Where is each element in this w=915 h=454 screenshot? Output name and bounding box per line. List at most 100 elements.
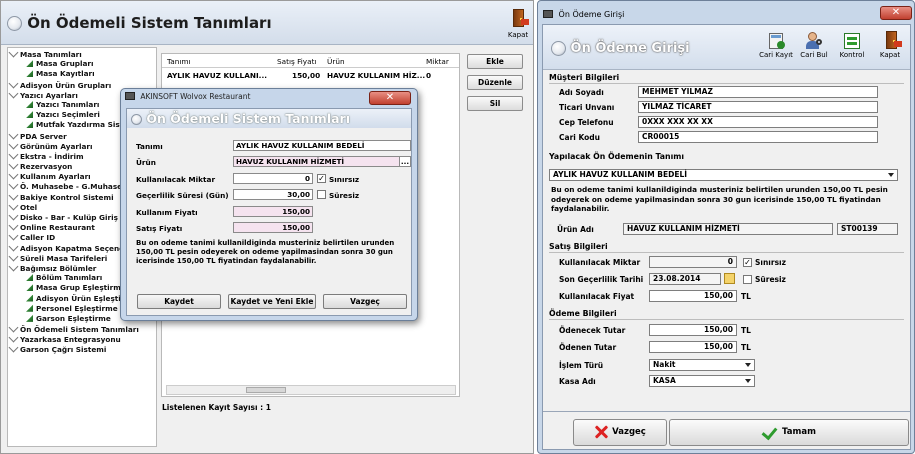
dialog-cancel-button[interactable]: Vazgeç xyxy=(323,294,407,309)
save-button[interactable]: Kaydet xyxy=(137,294,221,309)
toolbar-control-button[interactable]: Kontrol xyxy=(833,29,871,69)
tree-item[interactable]: Masa Grupları xyxy=(10,59,156,69)
tree-item[interactable]: Masa Kayıtları xyxy=(10,69,156,79)
cancel-button[interactable]: Vazgeç xyxy=(573,419,667,446)
prepayment-window: Ön Ödeme Girişi ✕ Ön Ödeme Girişi Cari K… xyxy=(537,0,915,454)
delete-button[interactable]: Sil xyxy=(467,96,523,111)
definition-section-title: Yapılacak Ön Ödemenin Tanımı xyxy=(549,152,685,161)
grid-cell-price[interactable]: 150,00 xyxy=(292,71,320,80)
prepayment-titlebar: Ön Ödeme Girişi xyxy=(543,10,624,19)
tree-item[interactable]: Yazarkasa Entegrasyonu xyxy=(8,332,156,345)
phone-field[interactable]: 0XXX XXX XX XX xyxy=(638,116,878,128)
transaction-type-select[interactable]: Nakit xyxy=(649,359,755,371)
definition-select[interactable]: AYLIK HAVUZ KULLANIM BEDELİ xyxy=(549,169,898,181)
product-browse-button[interactable]: ... xyxy=(399,156,411,167)
product-name-label: Ürün Adı xyxy=(557,225,594,234)
tree-item[interactable]: Garson Çağrı Sistemi xyxy=(8,342,156,354)
grid-scroll-thumb[interactable] xyxy=(246,387,286,393)
company-field[interactable]: YILMAZ TİCARET xyxy=(638,101,878,113)
tree-item-label: Yazıcı Tanımları xyxy=(36,99,100,109)
tree-item-label: Bölüm Tanımları xyxy=(36,273,103,283)
indefinite-checkbox[interactable] xyxy=(317,190,326,199)
sale-indefinite-checkbox[interactable] xyxy=(743,275,752,284)
leaf-icon xyxy=(26,111,33,119)
chevron-down-icon xyxy=(745,363,751,367)
expand-icon xyxy=(8,159,19,170)
sale-quantity-field[interactable]: 0 xyxy=(649,256,737,268)
transaction-type-label: İşlem Türü xyxy=(559,361,604,370)
validity-input[interactable]: 30,00 xyxy=(233,189,313,200)
prepayment-title: Ön Ödeme Girişi xyxy=(551,41,690,56)
left-close-button[interactable]: Kapat xyxy=(505,7,531,43)
grid-header-name[interactable]: Tanımı xyxy=(167,57,191,66)
expand-icon xyxy=(8,251,19,262)
quantity-input[interactable]: 0 xyxy=(233,173,313,184)
sale-price-label: Satış Fiyatı xyxy=(136,224,183,233)
toolbar-customer-search-button[interactable]: Cari Bul xyxy=(795,29,833,69)
tree-item-label: Adisyon Ürün Grupları xyxy=(20,80,112,90)
prepayment-body: Ön Ödeme Girişi Cari Kayıt Cari Bul Kont… xyxy=(542,24,911,450)
customer-code-field[interactable]: CR00015 xyxy=(638,131,878,143)
dialog-close-button[interactable]: ✕ xyxy=(369,91,411,105)
tree-item-label: Personel Eşleştirme xyxy=(36,303,118,313)
sale-section-divider xyxy=(549,252,904,253)
expand-icon xyxy=(8,129,19,139)
add-button[interactable]: Ekle xyxy=(467,54,523,69)
toolbar-customer-record-button[interactable]: Cari Kayıt xyxy=(757,29,795,69)
grid-cell-quantity[interactable]: 0 xyxy=(426,71,431,80)
grid-header-product[interactable]: Ürün xyxy=(327,57,345,66)
checkmark-icon xyxy=(762,425,778,439)
name-label: Tanımı xyxy=(136,142,163,151)
toolbar-close-button[interactable]: Kapat xyxy=(871,29,909,69)
tree-item-label: Ekstra - İndirim xyxy=(20,151,84,161)
unlimited-checkbox[interactable]: ✓ xyxy=(317,174,326,183)
calendar-icon[interactable] xyxy=(724,273,735,284)
sale-price-currency: TL xyxy=(741,292,751,301)
definition-description: Bu on odeme tanimi kullanildiginda muste… xyxy=(551,185,888,213)
tree-item-label: Yazıcı Ayarları xyxy=(20,90,78,100)
customer-section-title: Müşteri Bilgileri xyxy=(549,73,620,82)
leaf-icon xyxy=(26,304,33,312)
usage-price-input[interactable]: 150,00 xyxy=(233,206,313,217)
grid-header-price[interactable]: Satış Fiyatı xyxy=(277,57,316,66)
grid-cell-name[interactable]: AYLIK HAVUZ KULLANI... xyxy=(167,71,267,80)
sale-indefinite-label: Süresiz xyxy=(755,275,786,284)
tree-item-label: Yazarkasa Entegrasyonu xyxy=(20,335,121,345)
tree-item-label: PDA Server xyxy=(20,131,67,141)
customer-name-label: Adı Soyadı xyxy=(559,88,604,97)
prepayment-close-button[interactable]: ✕ xyxy=(880,6,912,20)
cash-select[interactable]: KASA xyxy=(649,375,755,387)
to-pay-field[interactable]: 150,00 xyxy=(649,324,737,336)
grid-header-quantity[interactable]: Miktar xyxy=(426,57,449,66)
leaf-icon xyxy=(26,60,33,68)
expand-icon xyxy=(8,332,19,343)
product-code-field[interactable]: ST00139 xyxy=(837,223,898,235)
door-exit-icon xyxy=(507,7,529,31)
ok-button[interactable]: Tamam xyxy=(669,419,909,446)
tree-item[interactable]: Masa Tanımları xyxy=(8,48,156,59)
expand-icon xyxy=(8,230,19,241)
grid-horizontal-scrollbar[interactable] xyxy=(166,385,456,395)
tree-item[interactable]: Ön Ödemeli Sistem Tanımları xyxy=(8,322,156,335)
expand-icon xyxy=(8,48,19,58)
expand-icon xyxy=(8,169,19,180)
leaf-icon xyxy=(26,274,33,282)
indefinite-label: Süresiz xyxy=(329,191,360,200)
tree-item-label: Masa Grup Eşleştirme xyxy=(36,283,126,293)
sale-price-field[interactable]: 150,00 xyxy=(649,290,737,302)
customer-name-field[interactable]: MEHMET YILMAZ xyxy=(638,86,878,98)
product-name-field[interactable]: HAVUZ KULLANIM HİZMETİ xyxy=(623,223,833,235)
last-date-field[interactable]: 23.08.2014 xyxy=(649,273,721,285)
name-input[interactable]: AYLIK HAVUZ KULLANIM BEDELİ xyxy=(233,140,411,151)
usage-price-label: Kullanım Fiyatı xyxy=(136,208,198,217)
save-and-new-button[interactable]: Kaydet ve Yeni Ekle xyxy=(228,294,316,309)
paid-field[interactable]: 150,00 xyxy=(649,341,737,353)
tree-item-label: Masa Grupları xyxy=(36,59,94,69)
grid-cell-product[interactable]: HAVUZ KULLANIM HİZ... xyxy=(327,71,425,80)
edit-button[interactable]: Düzenle xyxy=(467,75,523,90)
product-input[interactable]: HAVUZ KULLANIM HİZMETİ xyxy=(233,156,401,167)
sale-price-input[interactable]: 150,00 xyxy=(233,222,313,233)
sale-unlimited-checkbox[interactable]: ✓ xyxy=(743,258,752,267)
tree-item-label: Ön Ödemeli Sistem Tanımları xyxy=(20,325,139,335)
customer-code-label: Cari Kodu xyxy=(559,133,600,142)
